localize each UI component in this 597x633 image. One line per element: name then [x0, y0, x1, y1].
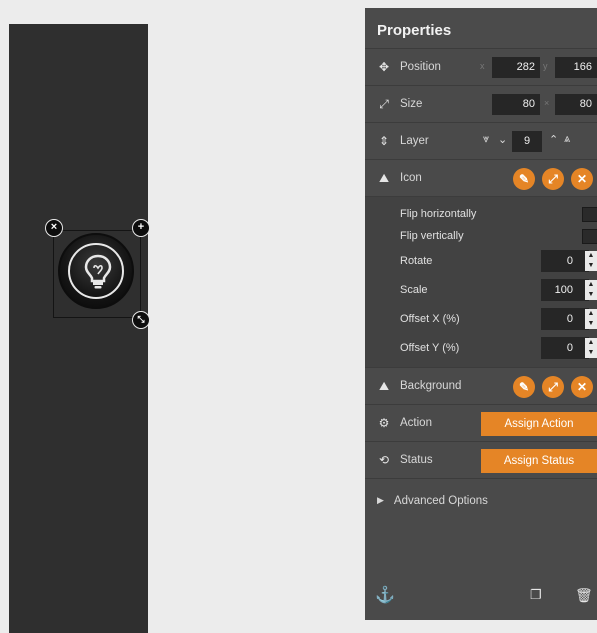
scale-input[interactable]: 100 [541, 279, 589, 301]
status-row: ⟲ Status Assign Status [365, 441, 597, 478]
image-icon: ⛰ [378, 378, 390, 393]
flip-horizontally-row: Flip horizontally [365, 203, 597, 225]
expand-icon-button[interactable]: ⤢ [542, 168, 564, 190]
action-label: Action [400, 417, 432, 429]
remove-icon-button[interactable]: ✕ [571, 168, 593, 190]
position-x-input[interactable]: 282 [492, 57, 540, 78]
duplicate-icon[interactable]: ❐ [530, 587, 542, 603]
panel-footer: ⚓ ❐ 🗑 [365, 570, 597, 620]
action-row: ⚙ Action Assign Action [365, 404, 597, 441]
advanced-options-toggle[interactable]: ▶ Advanced Options [365, 478, 597, 522]
status-label: Status [400, 454, 433, 466]
caret-right-icon: ▶ [377, 495, 384, 505]
size-separator: × [544, 98, 550, 108]
move-icon: ✥ [378, 60, 390, 74]
selected-widget[interactable]: × + ⤡ [45, 219, 150, 329]
rotate-label: Rotate [400, 255, 433, 267]
rotate-row: Rotate 0 ▲ ▼ [365, 247, 597, 276]
offset-x-row: Offset X (%) 0 ▲ ▼ [365, 305, 597, 334]
refresh-icon: ⟲ [378, 453, 390, 467]
size-row: ⤢ Size 80 × 80 [365, 85, 597, 122]
anchor-icon[interactable]: ⚓ [375, 585, 395, 605]
properties-panel: Properties ✥ Position x 282 y 166 ⤢ Size… [365, 8, 597, 620]
lightbulb-icon [84, 254, 112, 289]
offset-y-input[interactable]: 0 [541, 337, 589, 359]
flip-horizontally-label: Flip horizontally [400, 208, 477, 220]
trash-icon[interactable]: 🗑 [575, 587, 593, 604]
widget-button[interactable] [58, 233, 134, 309]
remove-widget-handle[interactable]: × [45, 219, 63, 237]
layer-up-icon[interactable]: ⌃ [549, 133, 558, 146]
bring-to-front-icon[interactable]: ⩓ [564, 133, 570, 146]
layer-label: Layer [400, 135, 429, 147]
position-label: Position [400, 61, 441, 73]
layer-row: ⇕ Layer ⩔ ⌄ 9 ⌃ ⩓ [365, 122, 597, 159]
edit-background-button[interactable]: ✎ [513, 376, 535, 398]
icon-label: Icon [400, 172, 422, 184]
offset-y-row: Offset Y (%) 0 ▲ ▼ [365, 334, 597, 363]
y-separator: y [543, 61, 548, 71]
scale-label: Scale [400, 284, 428, 296]
flip-vertically-label: Flip vertically [400, 230, 464, 242]
scale-row: Scale 100 ▲ ▼ [365, 276, 597, 305]
flip-horizontally-checkbox[interactable] [582, 207, 597, 222]
resize-widget-handle[interactable]: ⤡ [132, 311, 150, 329]
edit-icon-button[interactable]: ✎ [513, 168, 535, 190]
position-y-input[interactable]: 166 [555, 57, 597, 78]
size-width-input[interactable]: 80 [492, 94, 540, 115]
remove-background-button[interactable]: ✕ [571, 376, 593, 398]
offset-x-spinner[interactable]: ▲ ▼ [585, 309, 597, 329]
layer-down-icon[interactable]: ⌄ [498, 133, 507, 146]
flip-vertically-row: Flip vertically [365, 225, 597, 247]
expand-background-button[interactable]: ⤢ [542, 376, 564, 398]
expand-icon: ⤢ [379, 96, 389, 111]
offset-y-label: Offset Y (%) [400, 342, 460, 354]
background-row: ⛰ Background ✎ ⤢ ✕ [365, 367, 597, 404]
icon-options: Flip horizontally Flip vertically Rotate… [365, 196, 597, 367]
editor-canvas[interactable]: × + ⤡ [9, 24, 150, 633]
gear-icon: ⚙ [378, 416, 390, 430]
position-row: ✥ Position x 282 y 166 [365, 48, 597, 85]
size-label: Size [400, 98, 423, 110]
panel-title: Properties [365, 8, 597, 48]
x-separator: x [480, 61, 485, 71]
advanced-options-label: Advanced Options [393, 494, 488, 507]
image-icon: ⛰ [378, 170, 390, 185]
assign-status-button[interactable]: Assign Status [481, 449, 597, 473]
offset-y-spinner[interactable]: ▲ ▼ [585, 338, 597, 358]
assign-action-button[interactable]: Assign Action [481, 412, 597, 436]
rotate-input[interactable]: 0 [541, 250, 589, 272]
flip-vertically-checkbox[interactable] [582, 229, 597, 244]
offset-x-label: Offset X (%) [400, 313, 460, 325]
up-down-icon: ⇕ [378, 134, 390, 148]
add-widget-handle[interactable]: + [132, 219, 150, 237]
rotate-spinner[interactable]: ▲ ▼ [585, 251, 597, 271]
offset-x-input[interactable]: 0 [541, 308, 589, 330]
background-label: Background [400, 380, 462, 392]
layer-input[interactable]: 9 [512, 131, 542, 152]
icon-row: ⛰ Icon ✎ ⤢ ✕ [365, 159, 597, 196]
send-to-back-icon[interactable]: ⩔ [483, 133, 489, 146]
size-height-input[interactable]: 80 [555, 94, 597, 115]
scale-spinner[interactable]: ▲ ▼ [585, 280, 597, 300]
